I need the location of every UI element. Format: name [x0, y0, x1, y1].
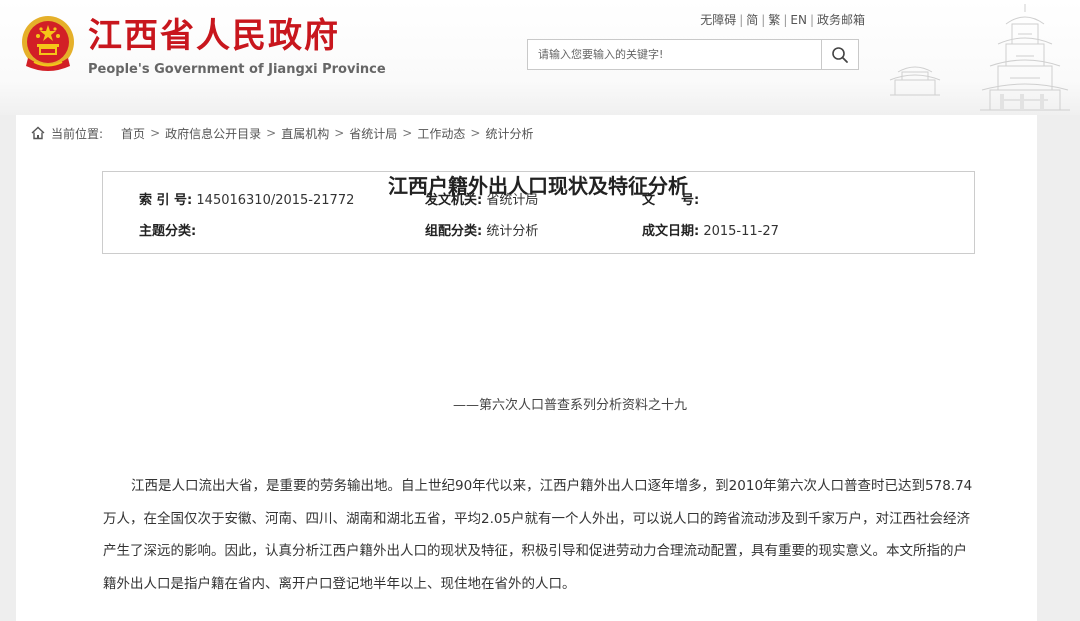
email-link[interactable]: 政务邮箱 [817, 13, 865, 27]
divider: | [783, 13, 788, 27]
meta-date: 成文日期: 2015-11-27 [642, 220, 779, 239]
breadcrumb-work-news[interactable]: 工作动态 [417, 125, 465, 142]
breadcrumb-separator: > [150, 126, 161, 140]
breadcrumb-statistical-analysis[interactable]: 统计分析 [485, 125, 533, 142]
divider: | [809, 13, 814, 27]
search-button[interactable] [821, 40, 858, 69]
breadcrumb-separator: > [334, 126, 345, 140]
breadcrumb-statistics-bureau[interactable]: 省统计局 [349, 125, 397, 142]
breadcrumb-home[interactable]: 首页 [121, 125, 145, 142]
article-title: 江西户籍外出人口现状及特征分析 [388, 174, 688, 198]
site-title[interactable]: 江西省人民政府 [88, 14, 340, 58]
breadcrumb-separator: > [470, 126, 481, 140]
breadcrumb-info-catalog[interactable]: 政府信息公开目录 [165, 125, 261, 142]
site-header: 江西省人民政府 People's Government of Jiangxi P… [0, 0, 1080, 115]
divider: | [761, 13, 766, 27]
meta-date-value: 2015-11-27 [703, 224, 779, 239]
search-input[interactable] [528, 40, 822, 69]
article-subtitle: ——第六次人口普查系列分析资料之十九 [452, 398, 687, 413]
site-subtitle: People's Government of Jiangxi Province [88, 62, 386, 77]
accessibility-link[interactable]: 无障碍 [700, 13, 736, 27]
meta-topic: 主题分类: [139, 220, 196, 239]
meta-category-value: 统计分析 [486, 224, 539, 239]
home-icon [31, 126, 45, 140]
breadcrumb: 当前位置: 首页 > 政府信息公开目录 > 直属机构 > 省统计局 > 工作动态… [31, 123, 533, 143]
english-link[interactable]: EN [790, 13, 807, 27]
breadcrumb-separator: > [266, 126, 277, 140]
breadcrumb-label: 当前位置: [51, 126, 104, 141]
meta-topic-label: 主题分类: [139, 224, 197, 239]
divider: | [739, 13, 744, 27]
search-icon [832, 46, 848, 63]
meta-category-label: 组配分类: [425, 224, 483, 239]
national-emblem-icon [22, 16, 74, 71]
article-paragraph: 江西是人口流出大省，是重要的劳务输出地。自上世纪90年代以来，江西户籍外出人口逐… [103, 478, 973, 592]
meta-date-label: 成文日期: [642, 224, 700, 239]
search-box [527, 39, 859, 70]
breadcrumb-separator: > [402, 126, 413, 140]
top-links: 无障碍 | 简 | 繁 | EN | 政务邮箱 [690, 11, 865, 28]
simplified-link[interactable]: 简 [746, 13, 758, 27]
breadcrumb-agencies[interactable]: 直属机构 [281, 125, 329, 142]
tengwang-pavilion-illustration [889, 4, 1070, 111]
traditional-link[interactable]: 繁 [768, 13, 780, 27]
meta-category: 组配分类: 统计分析 [425, 220, 538, 239]
